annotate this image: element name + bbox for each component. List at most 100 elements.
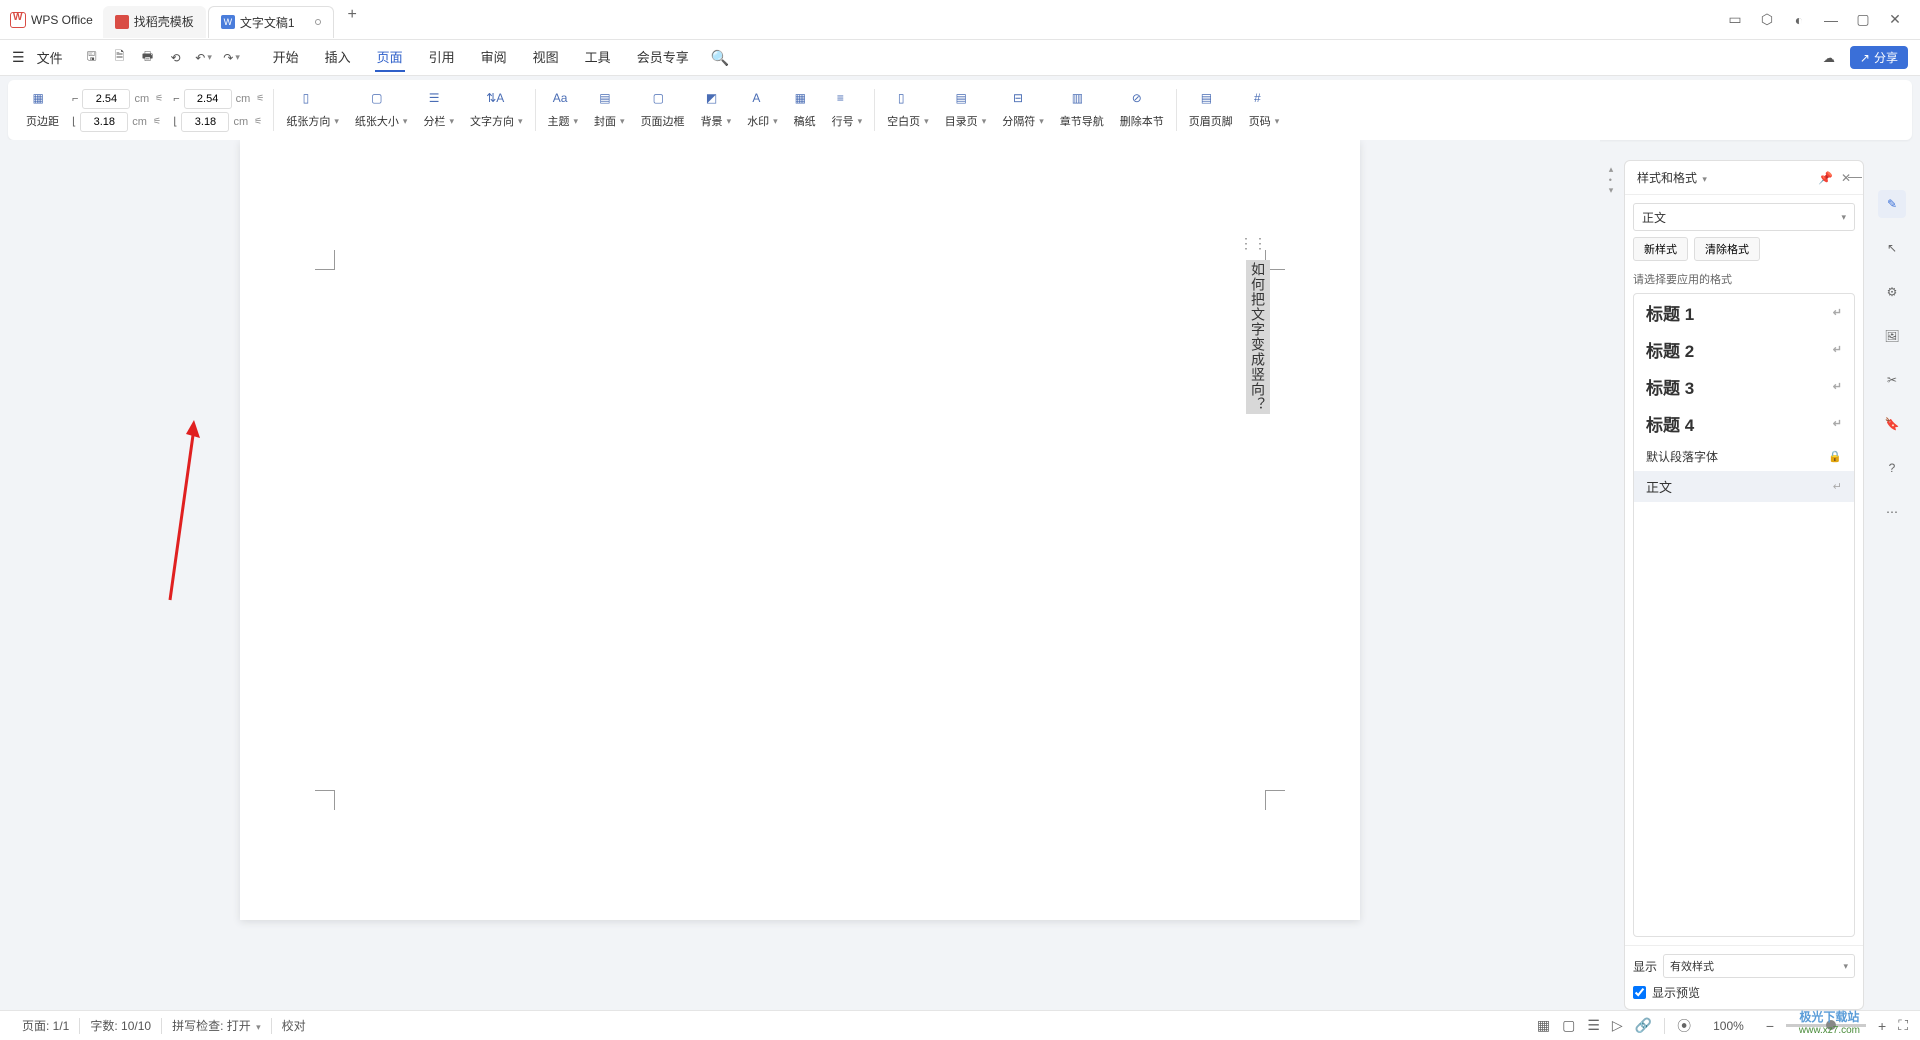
theme-button[interactable]: Aa主题▾: [540, 84, 587, 136]
export-icon[interactable]: ⟲: [167, 49, 185, 67]
cloud-icon[interactable]: ☁: [1820, 49, 1838, 67]
reader-mode-icon[interactable]: ▭: [1728, 13, 1742, 27]
status-bar: 页面: 1/1 字数: 10/10 拼写检查: 打开 ▾ 校对 ▦ ▢ ☰ ▷ …: [0, 1010, 1920, 1040]
maximize-button[interactable]: ▢: [1856, 13, 1870, 27]
panel-footer: 显示 有效样式▾ 显示预览: [1625, 945, 1863, 1009]
view-web-icon[interactable]: ▷: [1612, 1017, 1623, 1034]
minimize-panel-icon[interactable]: —: [1848, 168, 1868, 188]
tab-review[interactable]: 审阅: [479, 43, 509, 72]
style-heading4[interactable]: 标题 4↵: [1634, 405, 1854, 442]
rail-help-icon[interactable]: ?: [1878, 454, 1906, 482]
vertical-text-box[interactable]: 如何把文字变成竖向？: [1246, 260, 1270, 414]
status-page[interactable]: 页面: 1/1: [12, 1017, 79, 1034]
redo-icon[interactable]: ↷▾: [223, 49, 241, 67]
zoom-in-button[interactable]: +: [1878, 1018, 1886, 1034]
style-heading2[interactable]: 标题 2↵: [1634, 331, 1854, 368]
rail-image-icon[interactable]: 🖼: [1878, 322, 1906, 350]
page-number-button[interactable]: #页码▾: [1241, 84, 1288, 136]
zoom-out-button[interactable]: −: [1766, 1018, 1774, 1034]
style-heading3[interactable]: 标题 3↵: [1634, 368, 1854, 405]
chapnav-icon: ▥: [1072, 91, 1092, 111]
tab-member[interactable]: 会员专享: [635, 43, 691, 72]
pin-icon[interactable]: 📌: [1818, 171, 1833, 185]
document-workspace[interactable]: ⋮⋮ 如何把文字变成竖向？: [0, 140, 1600, 1010]
right-rail: ✎ ↖ ⚙ 🖼 ✂ 🔖 ? ⋯: [1872, 160, 1912, 526]
share-button[interactable]: ↗ 分享: [1850, 46, 1908, 69]
toc-page-button[interactable]: ▤目录页▾: [937, 84, 995, 136]
hf-icon: ▤: [1201, 91, 1221, 111]
save-icon[interactable]: 🖫: [83, 49, 101, 67]
page-border-button[interactable]: ▢页面边框: [633, 84, 693, 136]
tab-reference[interactable]: 引用: [427, 43, 457, 72]
chapter-nav-button[interactable]: ▥章节导航: [1052, 84, 1112, 136]
tab-page[interactable]: 页面: [375, 43, 405, 72]
fullscreen-icon[interactable]: ⛶: [1898, 1017, 1908, 1034]
close-button[interactable]: ✕: [1888, 13, 1902, 27]
orientation-button[interactable]: ▯纸张方向▾: [278, 84, 347, 136]
view-print-icon[interactable]: ▦: [1537, 1017, 1550, 1034]
style-body[interactable]: 正文↵: [1634, 471, 1854, 502]
print-preview-icon[interactable]: 🗎: [111, 49, 129, 67]
view-page-icon[interactable]: ▢: [1562, 1017, 1575, 1034]
rail-settings-icon[interactable]: ⚙: [1878, 278, 1906, 306]
undo-icon[interactable]: ↶▾: [195, 49, 213, 67]
wps-logo-icon: [10, 12, 26, 28]
rail-select-icon[interactable]: ↖: [1878, 234, 1906, 262]
margin-right-input[interactable]: [181, 112, 229, 132]
page-size-button[interactable]: ▢纸张大小▾: [347, 84, 416, 136]
border-icon: ▢: [653, 91, 673, 111]
zoom-level[interactable]: 100%: [1703, 1019, 1754, 1033]
background-button[interactable]: ◩背景▾: [693, 84, 740, 136]
current-style-select[interactable]: 正文▾: [1633, 203, 1855, 231]
blank-page-button[interactable]: ▯空白页▾: [879, 84, 937, 136]
view-outline-icon[interactable]: ☰: [1587, 1017, 1600, 1034]
rail-bookmark-icon[interactable]: 🔖: [1878, 410, 1906, 438]
show-filter-select[interactable]: 有效样式▾: [1663, 954, 1855, 978]
tab-view[interactable]: 视图: [531, 43, 561, 72]
minimize-button[interactable]: —: [1824, 13, 1838, 27]
menu-bar: ☰ 文件 🖫 🗎 🖶 ⟲ ↶▾ ↷▾ 开始 插入 页面 引用 审阅 视图 工具 …: [0, 40, 1920, 76]
print-icon[interactable]: 🖶: [139, 49, 157, 67]
file-menu[interactable]: 文件: [37, 48, 63, 67]
line-number-button[interactable]: ≡行号▾: [824, 84, 871, 136]
delete-section-button: ⊘删除本节: [1112, 84, 1172, 136]
tab-template[interactable]: 找稻壳模板: [103, 6, 206, 38]
cube-icon[interactable]: ⬡: [1760, 13, 1774, 27]
tab-document-active[interactable]: W 文字文稿1: [208, 6, 334, 38]
style-default-font[interactable]: 默认段落字体🔒: [1634, 442, 1854, 471]
watermark-button[interactable]: A水印▾: [739, 84, 786, 136]
cover-button[interactable]: ▤封面▾: [586, 84, 633, 136]
tab-tools[interactable]: 工具: [583, 43, 613, 72]
search-icon[interactable]: 🔍: [711, 49, 730, 67]
separator-button[interactable]: ⊟分隔符▾: [994, 84, 1052, 136]
view-read-icon[interactable]: 🔗: [1635, 1017, 1652, 1034]
margin-left-input[interactable]: [80, 112, 128, 132]
rail-more-icon[interactable]: ⋯: [1878, 498, 1906, 526]
text-direction-button[interactable]: ⇅A文字方向▾: [462, 84, 531, 136]
document-page[interactable]: ⋮⋮ 如何把文字变成竖向？: [240, 140, 1360, 920]
tab-start[interactable]: 开始: [271, 43, 301, 72]
status-review[interactable]: 校对: [272, 1017, 316, 1034]
status-words[interactable]: 字数: 10/10: [80, 1017, 161, 1034]
style-heading1[interactable]: 标题 1↵: [1634, 294, 1854, 331]
hamburger-icon[interactable]: ☰: [12, 49, 25, 66]
orientation-icon: ▯: [303, 91, 323, 111]
tab-insert[interactable]: 插入: [323, 43, 353, 72]
status-spellcheck[interactable]: 拼写检查: 打开 ▾: [162, 1017, 271, 1034]
page-margin-button[interactable]: ▦ 页边距: [18, 84, 67, 136]
annotation-arrow: [162, 420, 1282, 1010]
fit-icon[interactable]: ⦿: [1677, 1016, 1691, 1036]
new-style-button[interactable]: 新样式: [1633, 237, 1688, 261]
columns-button[interactable]: ☰分栏▾: [415, 84, 462, 136]
margin-top-input[interactable]: [82, 89, 130, 109]
rail-format-icon[interactable]: ✎: [1878, 190, 1906, 218]
user-avatar-icon[interactable]: ◐: [1792, 13, 1806, 27]
textbox-drag-handle[interactable]: ⋮⋮: [1239, 235, 1267, 252]
preview-checkbox[interactable]: [1633, 986, 1646, 999]
paper-button[interactable]: ▦稿纸: [786, 84, 824, 136]
margin-bottom-input[interactable]: [184, 89, 232, 109]
clear-format-button[interactable]: 清除格式: [1694, 237, 1760, 261]
new-tab-button[interactable]: +: [336, 6, 369, 38]
header-footer-button[interactable]: ▤页眉页脚: [1181, 84, 1241, 136]
rail-tools-icon[interactable]: ✂: [1878, 366, 1906, 394]
